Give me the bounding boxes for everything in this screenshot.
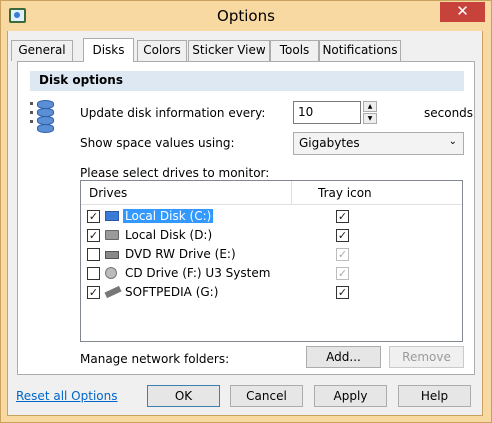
space-units-value: Gigabytes [299,136,360,150]
tray-icon-checkbox[interactable]: ✓ [336,229,349,242]
disk-options-icon [30,100,56,134]
help-button[interactable]: Help [398,385,471,407]
update-interval-stepper[interactable]: ▲ ▼ [363,101,377,124]
tray-icon-checkbox: ✓ [336,267,349,280]
reset-all-options-link[interactable]: Reset all Options [16,389,117,403]
ok-button[interactable]: OK [147,385,220,407]
drives-prompt: Please select drives to monitor: [80,166,270,180]
windows-drive-icon [105,211,119,221]
update-interval-input[interactable]: 10 [293,101,361,124]
tray-icon-checkbox[interactable]: ✓ [336,286,349,299]
add-network-folder-button[interactable]: Add... [306,346,381,368]
tab-disks[interactable]: Disks [83,38,134,62]
spin-down-icon[interactable]: ▼ [363,113,377,124]
tray-icon-checkbox: ✓ [336,248,349,261]
drive-name: SOFTPEDIA (G:) [125,285,219,299]
column-divider[interactable] [291,181,292,205]
drive-checkbox[interactable] [87,267,100,280]
drive-list[interactable]: Drives Tray icon ✓ Local Disk (C:) ✓ ✓ L… [80,180,463,342]
remove-network-folder-button: Remove [389,346,464,368]
tab-sticker-view[interactable]: Sticker View [188,40,270,61]
network-folders-label: Manage network folders: [80,352,230,366]
cancel-button[interactable]: Cancel [230,385,303,407]
drive-name: CD Drive (F:) U3 System [125,266,271,280]
spin-up-icon[interactable]: ▲ [363,101,377,112]
title-bar[interactable]: Options ✕ [1,1,491,32]
close-button[interactable]: ✕ [440,2,485,22]
hard-drive-icon [105,230,119,240]
tab-colors[interactable]: Colors [137,40,187,61]
drive-checkbox[interactable]: ✓ [87,229,100,242]
cd-drive-icon [105,267,117,279]
drive-checkbox[interactable]: ✓ [87,286,100,299]
drive-name: Local Disk (D:) [125,228,213,242]
tab-notifications[interactable]: Notifications [319,40,401,61]
dvd-drive-icon [105,251,119,259]
drive-checkbox[interactable]: ✓ [87,210,100,223]
drive-row[interactable]: ✓ SOFTPEDIA (G:) ✓ [81,283,462,302]
space-units-label: Show space values using: [80,136,235,150]
drive-row[interactable]: ✓ Local Disk (C:) ✓ [81,207,462,226]
column-header-tray-icon[interactable]: Tray icon [318,186,372,200]
column-header-drives[interactable]: Drives [89,186,127,200]
tab-tools[interactable]: Tools [270,40,319,61]
drive-row[interactable]: CD Drive (F:) U3 System ✓ [81,264,462,283]
drive-row[interactable]: ✓ Local Disk (D:) ✓ [81,226,462,245]
drive-list-header: Drives Tray icon [81,181,462,205]
drive-name: Local Disk (C:) [123,209,214,223]
section-header-disk-options: Disk options [30,71,464,91]
tab-general[interactable]: General [11,40,73,61]
chevron-down-icon: ⌄ [448,136,457,147]
window-title: Options [217,7,275,25]
usb-drive-icon [104,285,122,299]
update-interval-label: Update disk information every: [80,106,266,120]
space-units-select[interactable]: Gigabytes ⌄ [293,132,464,155]
drive-checkbox[interactable] [87,248,100,261]
apply-button[interactable]: Apply [314,385,387,407]
tray-icon-checkbox[interactable]: ✓ [336,210,349,223]
update-interval-unit: seconds [424,106,474,120]
drive-name: DVD RW Drive (E:) [125,247,236,261]
drive-row[interactable]: DVD RW Drive (E:) ✓ [81,245,462,264]
